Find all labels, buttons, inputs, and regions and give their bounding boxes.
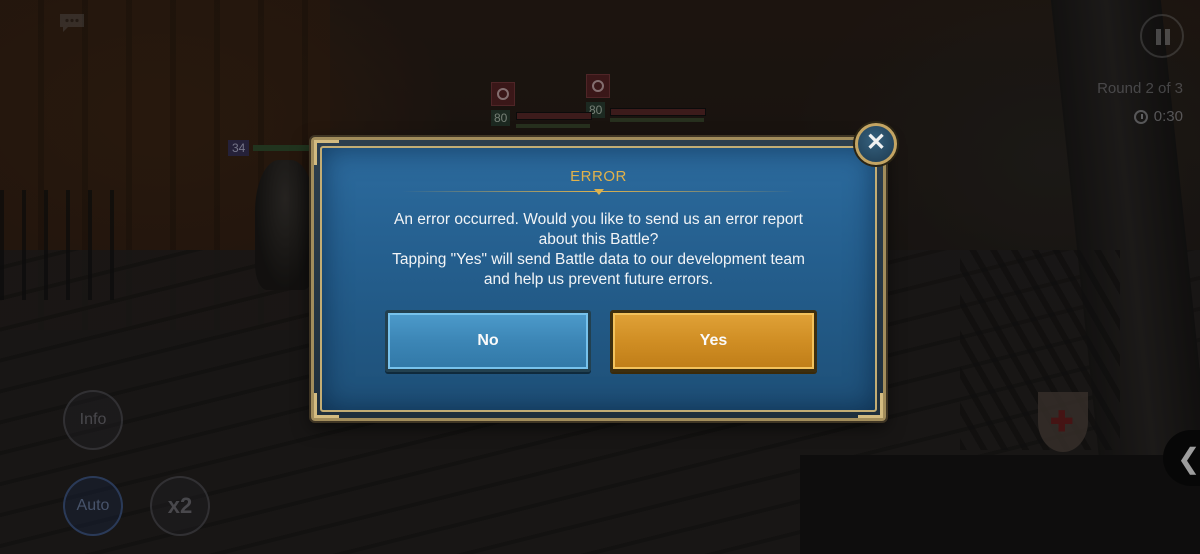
frame-corner	[314, 393, 339, 418]
frame-corner	[858, 393, 883, 418]
frame-corner	[314, 140, 339, 165]
dialog-message: An error occurred. Would you like to sen…	[352, 210, 845, 290]
dialog-title: ERROR	[570, 168, 627, 185]
close-icon: ✕	[865, 129, 887, 156]
error-dialog: ERROR An error occurred. Would you like …	[311, 137, 886, 421]
error-dialog-body: ERROR An error occurred. Would you like …	[314, 140, 883, 418]
title-divider-right	[600, 191, 795, 192]
no-button[interactable]: No	[385, 310, 591, 372]
yes-button[interactable]: Yes	[610, 310, 817, 372]
message-line: and help us prevent future errors.	[483, 271, 714, 288]
title-divider-left	[402, 191, 597, 192]
close-button[interactable]: ✕	[855, 123, 897, 165]
title-pointer	[593, 189, 604, 195]
message-line: about this Battle?	[538, 231, 659, 248]
message-line: Tapping "Yes" will send Battle data to o…	[392, 251, 805, 268]
message-line: An error occurred. Would you like to sen…	[394, 211, 803, 228]
